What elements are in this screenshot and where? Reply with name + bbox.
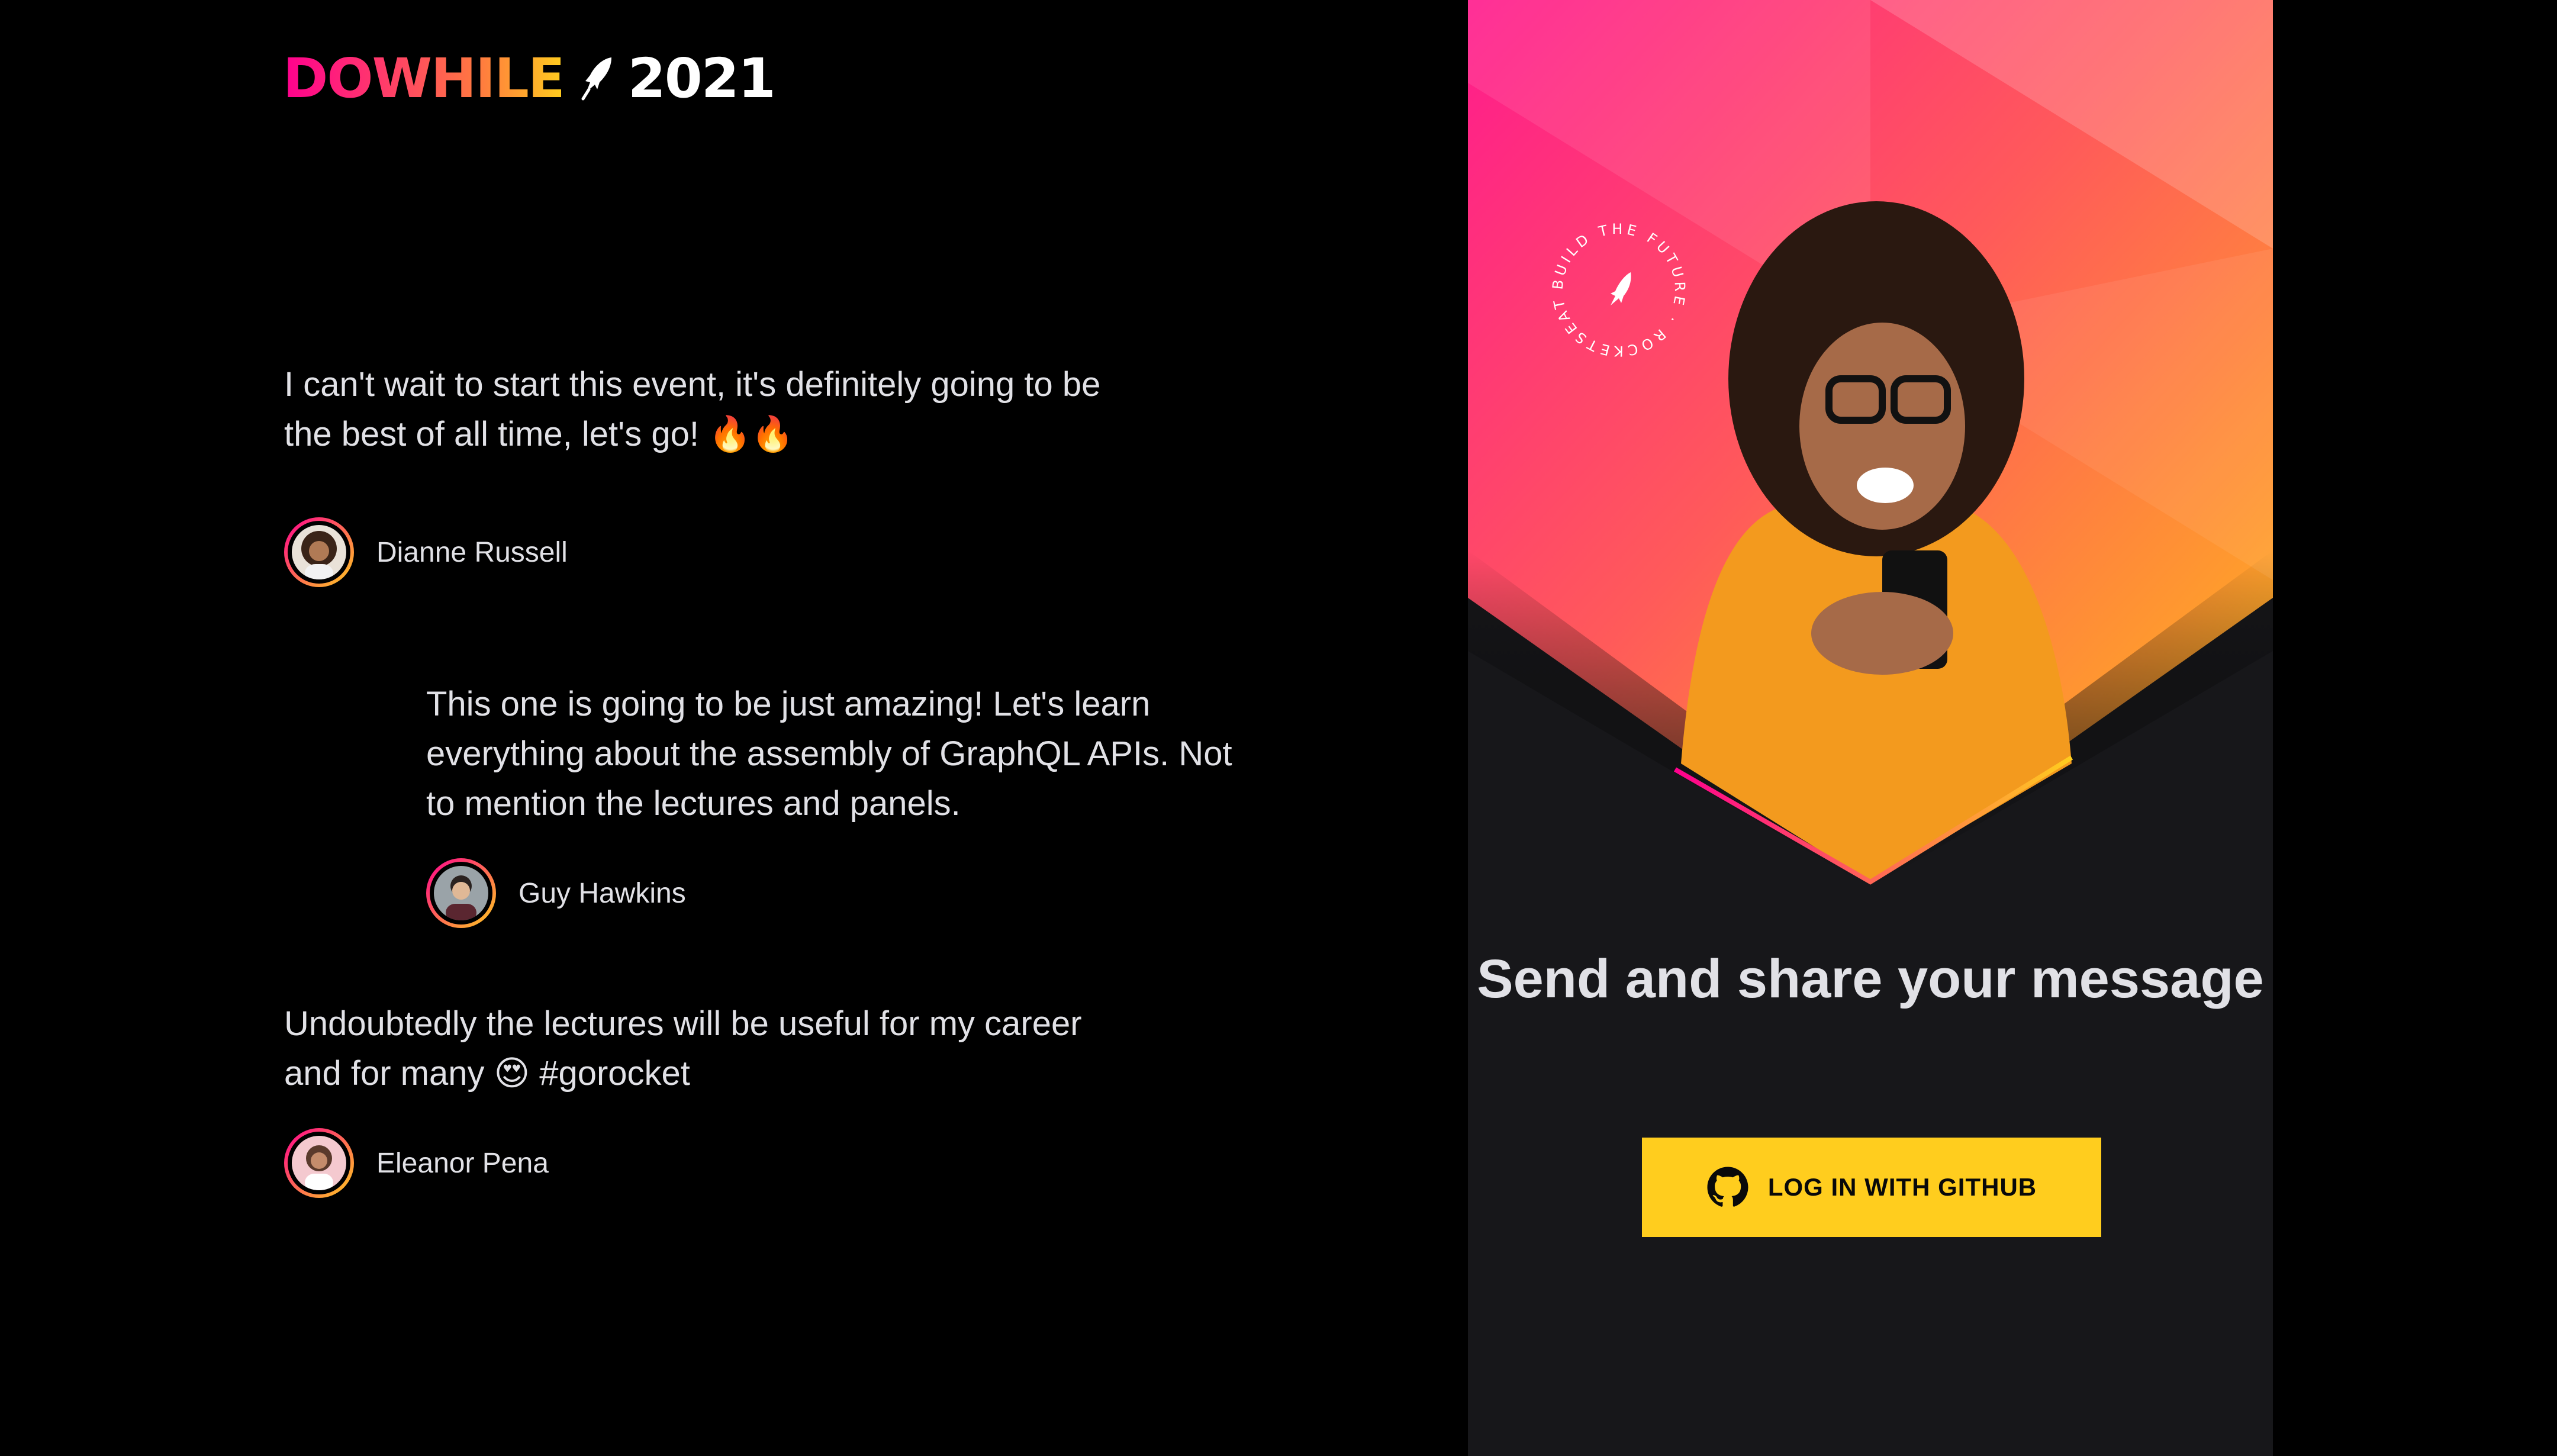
message-author: Dianne Russell (284, 517, 1101, 587)
avatar (284, 1128, 354, 1198)
author-name: Eleanor Pena (376, 1147, 549, 1179)
dowhile-logo: DOWHILE 2021 (283, 47, 776, 110)
message-author: Eleanor Pena (284, 1128, 1101, 1198)
message-card: This one is going to be just amazing! Le… (426, 679, 1243, 928)
message-wall: DOWHILE 2021 I can't wait to start this … (0, 0, 1468, 1456)
message-author: Guy Hawkins (426, 858, 1243, 928)
author-name: Dianne Russell (376, 536, 568, 568)
login-github-button[interactable]: LOG IN WITH GITHUB (1642, 1138, 2101, 1237)
logo-word: DOWHILE (283, 47, 565, 110)
message-text: Undoubtedly the lectures will be useful … (284, 1004, 1082, 1093)
avatar (284, 517, 354, 587)
hero-banner: BUILD THE FUTURE · ROCKETSEAT · (1468, 0, 2273, 888)
avatar-photo (292, 1136, 346, 1190)
author-name: Guy Hawkins (519, 877, 686, 909)
rocket-icon (581, 57, 611, 101)
right-gutter (2273, 0, 2557, 1456)
avatar-photo (292, 525, 346, 579)
login-panel: BUILD THE FUTURE · ROCKETSEAT · Send and… (1468, 0, 2273, 1456)
message-card: Undoubtedly the lectures will be useful … (284, 999, 1101, 1198)
message-card: I can't wait to start this event, it's d… (284, 360, 1101, 587)
avatar (426, 858, 496, 928)
login-button-label: LOG IN WITH GITHUB (1767, 1173, 2037, 1201)
avatar-photo (434, 866, 488, 920)
logo-year: 2021 (627, 47, 776, 110)
github-icon (1707, 1167, 1748, 1207)
page-title: Send and share your message (1477, 949, 2264, 1009)
message-text: I can't wait to start this event, it's d… (284, 365, 1101, 453)
message-text: This one is going to be just amazing! Le… (426, 685, 1232, 823)
